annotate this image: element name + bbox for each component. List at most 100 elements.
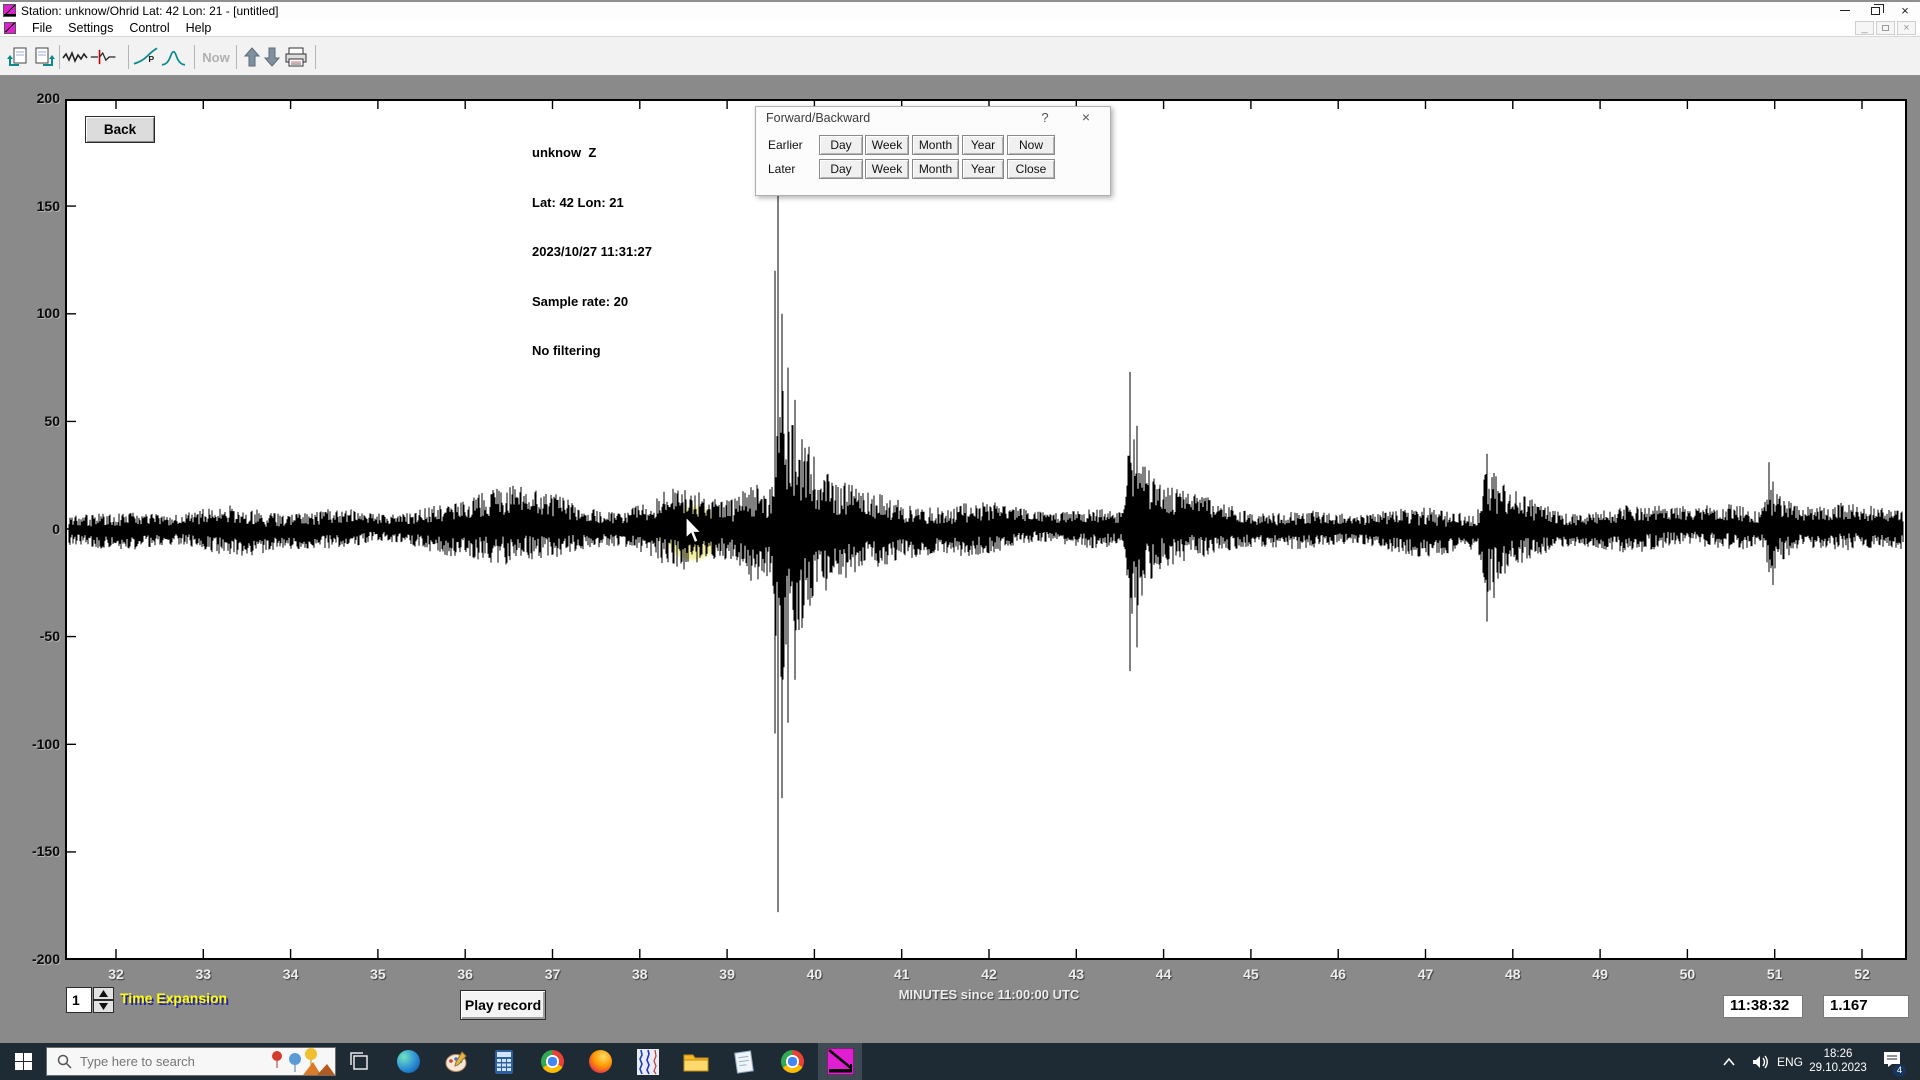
restore-button[interactable]	[1860, 2, 1890, 19]
seisgram-active-icon[interactable]	[818, 1043, 862, 1080]
later-label: Later	[768, 162, 795, 176]
time-expansion-up-button[interactable]	[93, 987, 114, 1000]
seismogram-plot[interactable]	[65, 99, 1907, 960]
x-axis-tick-label: 51	[1753, 966, 1797, 982]
x-axis-title: MINUTES since 11:00:00 UTC	[839, 987, 1139, 1002]
back-button[interactable]: Back	[85, 116, 155, 143]
gauss-filter-icon[interactable]	[160, 44, 187, 70]
time-expansion-label: Time Expansion	[120, 990, 227, 1006]
notification-icon[interactable]: 4	[1874, 1043, 1910, 1080]
start-button[interactable]	[0, 1043, 46, 1080]
earlier-label: Earlier	[768, 138, 803, 152]
x-axis-tick-label: 41	[880, 966, 924, 982]
search-highlight-art	[263, 1048, 335, 1075]
mdi-restore-button[interactable]	[1876, 21, 1895, 35]
search-box[interactable]	[46, 1047, 336, 1076]
x-axis-tick-label: 36	[443, 966, 487, 982]
search-input[interactable]	[80, 1054, 240, 1069]
edge-icon[interactable]	[386, 1043, 430, 1080]
page-back-icon[interactable]	[4, 44, 31, 70]
tray-clock[interactable]: 18:26 29.10.2023	[1806, 1048, 1870, 1075]
windows-logo-icon	[15, 1053, 32, 1070]
title-bar: Station: unknow/Ohrid Lat: 42 Lon: 21 - …	[0, 0, 1920, 19]
chrome-icon[interactable]	[530, 1043, 574, 1080]
y-axis-tick-label: 200	[8, 90, 60, 106]
info-lat-lon: Lat: 42 Lon: 21	[532, 195, 652, 212]
phase-p-icon[interactable]: P	[132, 44, 159, 70]
search-icon	[57, 1054, 72, 1069]
y-axis-tick-label: -50	[8, 628, 60, 644]
menu-settings[interactable]: Settings	[60, 20, 121, 36]
dialog-help-button[interactable]: ?	[1036, 110, 1054, 125]
tray-chevron-icon[interactable]	[1714, 1043, 1744, 1080]
y-axis-tick-label: 100	[8, 305, 60, 321]
app-icon	[3, 4, 16, 17]
earlier-month-button[interactable]: Month	[912, 135, 959, 155]
file-explorer-icon[interactable]	[674, 1043, 718, 1080]
x-axis-tick-label: 46	[1316, 966, 1360, 982]
x-axis-tick-label: 37	[531, 966, 575, 982]
speaker-icon[interactable]	[1746, 1043, 1776, 1080]
pick-waveform-icon[interactable]	[90, 44, 117, 70]
info-sample-rate: Sample rate: 20	[532, 294, 652, 311]
play-record-button[interactable]: Play record	[460, 990, 546, 1020]
notepad-icon[interactable]	[722, 1043, 766, 1080]
now-button[interactable]: Now	[198, 44, 234, 70]
forward-backward-dialog: Forward/Backward ? × Earlier Day Week Mo…	[755, 106, 1111, 196]
mdi-close-button[interactable]: ×	[1897, 21, 1916, 35]
menu-bar: File Settings Control Help _ ×	[0, 19, 1920, 37]
earlier-now-button[interactable]: Now	[1007, 135, 1055, 155]
firefox-icon[interactable]	[578, 1043, 622, 1080]
later-week-button[interactable]: Week	[865, 159, 909, 179]
earlier-week-button[interactable]: Week	[865, 135, 909, 155]
window-title: Station: unknow/Ohrid Lat: 42 Lon: 21 - …	[21, 4, 279, 18]
x-axis-tick-label: 50	[1665, 966, 1709, 982]
seismogram-app-icon[interactable]	[626, 1043, 670, 1080]
menu-control[interactable]: Control	[121, 20, 177, 36]
trace-info-block: unknow Z Lat: 42 Lon: 21 2023/10/27 11:3…	[532, 112, 652, 376]
waveform-icon[interactable]	[61, 44, 88, 70]
x-axis-tick-label: 45	[1229, 966, 1273, 982]
dialog-close-button[interactable]: ×	[1076, 109, 1096, 125]
x-axis-tick-label: 32	[94, 966, 138, 982]
x-axis-tick-label: 49	[1578, 966, 1622, 982]
document-icon[interactable]	[4, 22, 16, 34]
info-filtering: No filtering	[532, 343, 652, 360]
x-axis-tick-label: 42	[967, 966, 1011, 982]
notification-badge: 4	[1893, 1064, 1906, 1077]
earlier-year-button[interactable]: Year	[962, 135, 1004, 155]
dialog-title: Forward/Backward	[766, 111, 870, 125]
x-axis-tick-label: 52	[1840, 966, 1884, 982]
menu-file[interactable]: File	[24, 20, 60, 36]
x-axis-tick-label: 43	[1054, 966, 1098, 982]
menu-help[interactable]: Help	[178, 20, 220, 36]
close-button[interactable]: ×	[1890, 2, 1920, 19]
language-indicator[interactable]: ENG	[1774, 1043, 1806, 1080]
mdi-minimize-button[interactable]: _	[1855, 21, 1874, 35]
print-icon[interactable]	[282, 44, 309, 70]
cursor-time-display: 11:38:32	[1723, 995, 1803, 1018]
later-year-button[interactable]: Year	[962, 159, 1004, 179]
svg-text:P: P	[148, 54, 154, 64]
x-axis-tick-label: 33	[181, 966, 225, 982]
time-expansion-down-button[interactable]	[93, 1000, 114, 1013]
task-view-icon[interactable]	[338, 1043, 382, 1080]
y-axis-tick-label: 150	[8, 198, 60, 214]
scroll-down-icon[interactable]	[258, 44, 285, 70]
later-day-button[interactable]: Day	[819, 159, 863, 179]
x-axis-tick-label: 44	[1142, 966, 1186, 982]
chrome-icon[interactable]	[770, 1043, 814, 1080]
page-forward-icon[interactable]	[30, 44, 57, 70]
calculator-icon[interactable]	[482, 1043, 526, 1080]
later-month-button[interactable]: Month	[912, 159, 959, 179]
x-axis-tick-label: 38	[618, 966, 662, 982]
toolbar: P Now	[0, 37, 1920, 76]
later-close-button[interactable]: Close	[1007, 159, 1055, 179]
earlier-day-button[interactable]: Day	[819, 135, 863, 155]
cursor-value-display: 1.167	[1823, 995, 1909, 1018]
minimize-button[interactable]	[1830, 2, 1860, 19]
x-axis-tick-label: 48	[1491, 966, 1535, 982]
paint-icon[interactable]	[434, 1043, 478, 1080]
time-expansion-input[interactable]	[66, 987, 92, 1013]
x-axis-tick-label: 40	[792, 966, 836, 982]
